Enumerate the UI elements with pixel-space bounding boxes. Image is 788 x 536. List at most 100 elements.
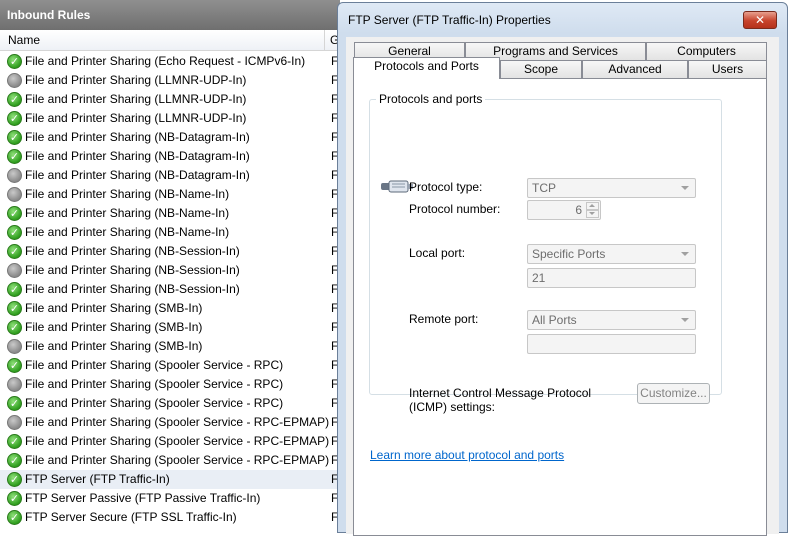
column-header: Name G: [0, 30, 340, 51]
remote-port-input[interactable]: [527, 334, 696, 354]
table-row[interactable]: ✓ File and Printer Sharing (NB-Session-In…: [0, 280, 340, 299]
enabled-rule-icon: ✓: [7, 320, 22, 335]
protocol-number-value: 6: [575, 203, 582, 217]
table-row[interactable]: File and Printer Sharing (NB-Datagram-In…: [0, 166, 340, 185]
icmp-settings-label-line2: (ICMP) settings:: [409, 400, 496, 414]
table-row[interactable]: File and Printer Sharing (NB-Session-In)…: [0, 261, 340, 280]
table-row[interactable]: File and Printer Sharing (NB-Name-In) F: [0, 185, 340, 204]
rule-name: File and Printer Sharing (NB-Session-In): [25, 263, 240, 277]
table-row[interactable]: ✓ File and Printer Sharing (NB-Datagram-I…: [0, 147, 340, 166]
local-port-select[interactable]: Specific Ports: [527, 244, 696, 264]
rule-name: File and Printer Sharing (NB-Datagram-In…: [25, 130, 250, 144]
enabled-rule-icon: ✓: [7, 111, 22, 126]
rule-name: File and Printer Sharing (SMB-In): [25, 301, 203, 315]
enabled-rule-icon: ✓: [7, 206, 22, 221]
rule-name: File and Printer Sharing (SMB-In): [25, 339, 203, 353]
rule-name: FTP Server (FTP Traffic-In): [25, 472, 170, 486]
enabled-rule-icon: ✓: [7, 244, 22, 259]
protocols-and-ports-groupbox: Protocols and ports Protocol type: TCP P…: [369, 92, 722, 414]
table-row[interactable]: ✓ FTP Server Secure (FTP SSL Traffic-In) F: [0, 508, 340, 527]
table-row[interactable]: File and Printer Sharing (Spooler Servic…: [0, 413, 340, 432]
chevron-down-icon: [681, 186, 689, 190]
rule-name: File and Printer Sharing (LLMNR-UDP-In): [25, 92, 247, 106]
table-row[interactable]: ✓ File and Printer Sharing (Spooler Servi…: [0, 451, 340, 470]
table-row[interactable]: File and Printer Sharing (SMB-In) F: [0, 337, 340, 356]
table-row[interactable]: ✓ File and Printer Sharing (Spooler Servi…: [0, 432, 340, 451]
chevron-down-icon: [681, 318, 689, 322]
table-row[interactable]: File and Printer Sharing (LLMNR-UDP-In) F: [0, 71, 340, 90]
rule-name: FTP Server Secure (FTP SSL Traffic-In): [25, 510, 237, 524]
rule-name: File and Printer Sharing (Spooler Servic…: [25, 434, 330, 448]
rule-name: File and Printer Sharing (Echo Request -…: [25, 54, 306, 68]
table-row[interactable]: ✓ File and Printer Sharing (Spooler Servi…: [0, 356, 340, 375]
enabled-rule-icon: ✓: [7, 301, 22, 316]
disabled-rule-icon: [7, 73, 22, 88]
rule-name: File and Printer Sharing (NB-Name-In): [25, 187, 230, 201]
rule-name: File and Printer Sharing (Spooler Servic…: [25, 453, 330, 467]
rule-name: File and Printer Sharing (NB-Session-In): [25, 282, 240, 296]
table-row[interactable]: ✓ File and Printer Sharing (SMB-In) F: [0, 318, 340, 337]
disabled-rule-icon: [7, 339, 22, 354]
table-row[interactable]: ✓ File and Printer Sharing (SMB-In) F: [0, 299, 340, 318]
spin-up-icon[interactable]: [586, 202, 599, 210]
rule-name: File and Printer Sharing (LLMNR-UDP-In): [25, 73, 247, 87]
enabled-rule-icon: ✓: [7, 282, 22, 297]
rule-name: File and Printer Sharing (Spooler Servic…: [25, 377, 284, 391]
properties-dialog: FTP Server (FTP Traffic-In) Properties ✕…: [337, 2, 788, 536]
learn-more-link[interactable]: Learn more about protocol and ports: [370, 448, 564, 462]
dialog-body: General Programs and Services Computers …: [346, 37, 779, 536]
local-port-label: Local port:: [409, 246, 466, 260]
rule-name: File and Printer Sharing (NB-Name-In): [25, 206, 230, 220]
tab-panel-protocols-and-ports: Protocols and ports Protocol type: TCP P…: [353, 78, 767, 536]
enabled-rule-icon: ✓: [7, 434, 22, 449]
protocol-type-select[interactable]: TCP: [527, 178, 696, 198]
close-button[interactable]: ✕: [743, 11, 777, 29]
enabled-rule-icon: ✓: [7, 453, 22, 468]
dialog-title: FTP Server (FTP Traffic-In) Properties: [348, 13, 551, 27]
rule-name: File and Printer Sharing (Spooler Servic…: [25, 415, 330, 429]
groupbox-title: Protocols and ports: [376, 92, 486, 106]
column-divider[interactable]: [324, 30, 325, 51]
tab-protocols-and-ports[interactable]: Protocols and Ports: [353, 57, 500, 79]
tab-scope[interactable]: Scope: [500, 60, 582, 78]
protocol-type-label: Protocol type:: [409, 180, 483, 194]
table-row[interactable]: ✓ File and Printer Sharing (LLMNR-UDP-In)…: [0, 109, 340, 128]
column-header-name[interactable]: Name: [8, 33, 40, 47]
table-row[interactable]: ✓ FTP Server Passive (FTP Passive Traffic…: [0, 489, 340, 508]
rule-name: File and Printer Sharing (Spooler Servic…: [25, 396, 284, 410]
enabled-rule-icon: ✓: [7, 225, 22, 240]
table-row[interactable]: File and Printer Sharing (Spooler Servic…: [0, 375, 340, 394]
table-row[interactable]: ✓ File and Printer Sharing (LLMNR-UDP-In)…: [0, 90, 340, 109]
enabled-rule-icon: ✓: [7, 54, 22, 69]
tab-advanced[interactable]: Advanced: [582, 60, 688, 78]
table-row[interactable]: ✓ File and Printer Sharing (NB-Name-In) F: [0, 223, 340, 242]
chevron-down-icon: [681, 252, 689, 256]
rule-name: File and Printer Sharing (NB-Name-In): [25, 225, 230, 239]
tab-users[interactable]: Users: [688, 60, 767, 78]
rule-name: File and Printer Sharing (LLMNR-UDP-In): [25, 111, 247, 125]
tab-computers[interactable]: Computers: [646, 42, 767, 60]
customize-button[interactable]: Customize...: [637, 383, 710, 404]
disabled-rule-icon: [7, 168, 22, 183]
protocol-number-stepper[interactable]: 6: [527, 200, 601, 220]
table-row[interactable]: ✓ File and Printer Sharing (NB-Name-In) F: [0, 204, 340, 223]
table-row[interactable]: ✓ File and Printer Sharing (Echo Request …: [0, 52, 340, 71]
enabled-rule-icon: ✓: [7, 358, 22, 373]
table-row[interactable]: ✓ File and Printer Sharing (Spooler Servi…: [0, 394, 340, 413]
enabled-rule-icon: ✓: [7, 472, 22, 487]
enabled-rule-icon: ✓: [7, 510, 22, 525]
remote-port-select[interactable]: All Ports: [527, 310, 696, 330]
local-port-value: Specific Ports: [532, 247, 606, 261]
remote-port-label: Remote port:: [409, 312, 479, 326]
enabled-rule-icon: ✓: [7, 491, 22, 506]
spin-down-icon[interactable]: [586, 210, 599, 218]
enabled-rule-icon: ✓: [7, 92, 22, 107]
table-row[interactable]: ✓ File and Printer Sharing (NB-Datagram-I…: [0, 128, 340, 147]
local-port-input[interactable]: 21: [527, 268, 696, 288]
table-row[interactable]: ✓ File and Printer Sharing (NB-Session-In…: [0, 242, 340, 261]
table-row[interactable]: ✓ FTP Server (FTP Traffic-In) F: [0, 470, 340, 489]
disabled-rule-icon: [7, 415, 22, 430]
rules-list: ✓ File and Printer Sharing (Echo Request …: [0, 52, 340, 527]
rule-name: FTP Server Passive (FTP Passive Traffic-…: [25, 491, 261, 505]
protocol-number-label: Protocol number:: [409, 202, 501, 216]
